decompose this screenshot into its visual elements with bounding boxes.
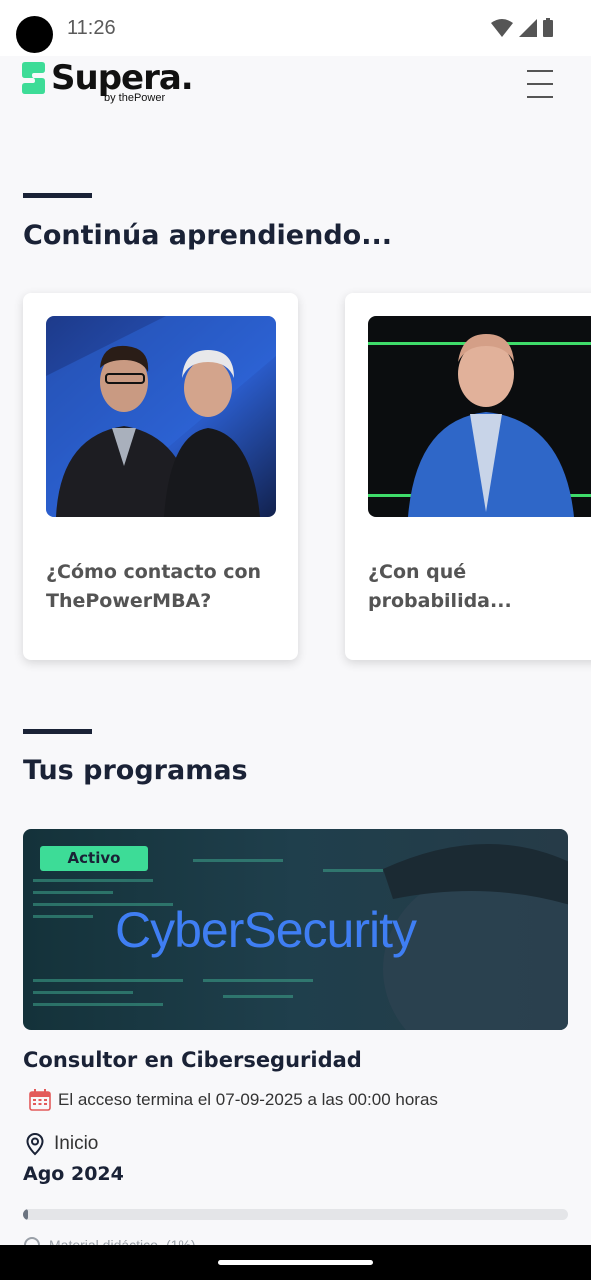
card-thumbnail bbox=[368, 316, 591, 517]
access-text: El acceso termina el 07-09-2025 a las 00… bbox=[58, 1090, 438, 1109]
status-bar: 11:26 bbox=[0, 0, 591, 56]
course-card[interactable]: ¿Cómo contacto con ThePowerMBA? bbox=[23, 293, 298, 660]
location-pin-icon bbox=[26, 1132, 44, 1156]
app-header: Supera. by thePower bbox=[0, 56, 591, 116]
menu-button[interactable] bbox=[524, 68, 556, 100]
logo-subtitle: by thePower bbox=[104, 92, 166, 104]
camera-cutout bbox=[16, 16, 53, 53]
program-banner[interactable]: Activo CyberSecurity bbox=[23, 829, 568, 1030]
wifi-icon bbox=[491, 18, 513, 37]
menu-icon bbox=[527, 96, 553, 98]
signal-icon bbox=[519, 18, 537, 37]
logo-text: Supera. bbox=[51, 58, 194, 98]
section-divider bbox=[23, 193, 92, 198]
menu-icon bbox=[527, 83, 553, 85]
card-thumbnail-image bbox=[368, 316, 591, 517]
menu-icon bbox=[527, 70, 553, 72]
card-title: ¿Cómo contacto con ThePowerMBA? bbox=[46, 561, 262, 612]
progress-fill bbox=[23, 1209, 29, 1220]
card-thumbnail bbox=[46, 316, 276, 517]
start-label: Inicio bbox=[54, 1133, 99, 1154]
card-thumbnail-image bbox=[46, 316, 276, 517]
logo[interactable]: Supera. bbox=[22, 58, 194, 98]
continue-section-title: Continúa aprendiendo... bbox=[23, 220, 392, 251]
access-info: El acceso termina el 07-09-2025 a las 00… bbox=[29, 1089, 438, 1111]
status-icons bbox=[491, 18, 553, 37]
status-badge: Activo bbox=[40, 846, 148, 871]
course-card[interactable]: ¿Con qué probabilida... bbox=[345, 293, 591, 660]
start-date: Ago 2024 bbox=[23, 1163, 124, 1185]
battery-icon bbox=[543, 18, 553, 37]
calendar-icon bbox=[29, 1089, 51, 1111]
program-title[interactable]: Consultor en Ciberseguridad bbox=[23, 1048, 362, 1072]
logo-mark-icon bbox=[22, 62, 45, 94]
system-nav-bar bbox=[0, 1245, 591, 1280]
section-divider bbox=[23, 729, 92, 734]
programs-section-title: Tus programas bbox=[23, 755, 248, 786]
status-clock: 11:26 bbox=[67, 17, 116, 39]
card-title: ¿Con qué probabilida... bbox=[368, 561, 512, 612]
home-indicator[interactable] bbox=[218, 1260, 373, 1265]
program-banner-text: CyberSecurity bbox=[115, 902, 417, 958]
start-info: Inicio bbox=[23, 1132, 98, 1156]
progress-bar bbox=[23, 1209, 568, 1220]
